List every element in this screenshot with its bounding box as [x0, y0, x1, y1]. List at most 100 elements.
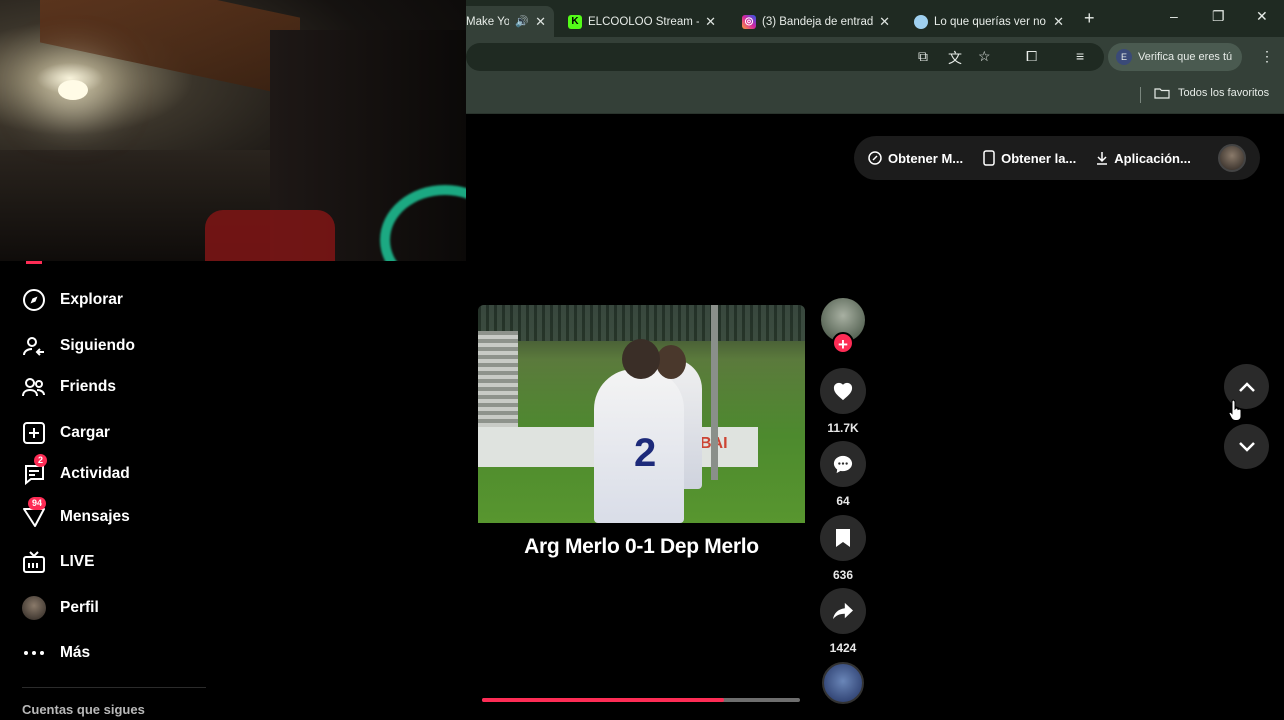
like-count: 11.7K	[827, 421, 859, 435]
comment-action[interactable]: 64	[820, 441, 866, 508]
profile-verify-button[interactable]: E Verifica que eres tú	[1108, 43, 1242, 71]
save-action[interactable]: 636	[820, 515, 866, 582]
share-action[interactable]: 1424	[820, 588, 866, 655]
top-actions-bar: Obtener M... Obtener la... Aplicación...	[854, 136, 1260, 180]
new-tab-button[interactable]: +	[1084, 8, 1095, 29]
following-icon	[23, 337, 44, 356]
tab-title: Make Your	[466, 15, 510, 28]
live-icon	[23, 551, 45, 573]
follow-button[interactable]: +	[832, 332, 854, 354]
download-icon	[1097, 152, 1108, 165]
video-player[interactable]: BAI 2 Arg Merlo 0-1 Dep Merlo	[478, 305, 805, 703]
instagram-logo-icon: ◎	[742, 14, 756, 29]
sidebar-item-label: LIVE	[60, 553, 95, 570]
sidebar-item-mensajes[interactable]: 94 Mensajes	[22, 497, 130, 529]
compass-icon	[23, 289, 45, 311]
sidebar-item-friends[interactable]: Friends	[22, 375, 116, 399]
tab-title: ELCOOLOO Stream -	[588, 15, 700, 28]
get-app-button[interactable]: Obtener la...	[983, 150, 1076, 166]
restore-button[interactable]: ❐	[1212, 8, 1225, 25]
all-bookmarks-button[interactable]: Todos los favoritos	[1154, 87, 1269, 99]
messages-badge: 94	[28, 497, 47, 510]
tab-make-your[interactable]: Make Your 🔊 ✕	[458, 6, 554, 37]
close-window-button[interactable]: ✕	[1256, 8, 1268, 25]
shirt-number: 2	[634, 431, 657, 475]
get-coins-label: Obtener M...	[888, 150, 964, 166]
sidebar-item-mas[interactable]: Más	[22, 641, 90, 665]
like-button[interactable]	[820, 368, 866, 414]
all-bookmarks-label: Todos los favoritos	[1178, 87, 1270, 99]
activity-icon: 2	[22, 454, 48, 486]
comment-icon	[833, 455, 853, 474]
webcam-overlay	[0, 0, 466, 261]
install-app-icon[interactable]: ⧉	[918, 48, 928, 65]
sidebar-item-actividad[interactable]: 2 Actividad	[22, 454, 130, 486]
sound-avatar[interactable]	[822, 662, 864, 704]
sidebar-item-label: Actividad	[60, 465, 130, 482]
more-icon	[24, 651, 44, 655]
sidebar-divider	[22, 687, 206, 688]
share-count: 1424	[829, 641, 857, 655]
sidebar-item-label: Siguiendo	[60, 337, 135, 354]
sidebar-item-label: Cargar	[60, 424, 110, 441]
sidebar-item-label: Perfil	[60, 599, 99, 616]
verify-label: Verifica que eres tú	[1138, 51, 1233, 63]
sidebar-item-explorar[interactable]: Explorar	[22, 288, 123, 312]
speaker-icon[interactable]: 🔊	[515, 15, 529, 28]
bookmark-star-icon[interactable]: ☆	[978, 48, 991, 65]
comment-button[interactable]	[820, 441, 866, 487]
next-video-button[interactable]	[1224, 424, 1269, 469]
messages-icon: 94	[22, 497, 47, 529]
sidebar: Explorar Siguiendo Friends Cargar 2 Acti…	[0, 261, 214, 720]
share-button[interactable]	[820, 588, 866, 634]
sidebar-item-perfil[interactable]: Perfil	[22, 596, 99, 620]
share-icon	[833, 602, 853, 620]
close-tab-icon[interactable]: ✕	[535, 14, 546, 30]
video-caption: Arg Merlo 0-1 Dep Merlo	[524, 535, 759, 558]
sidebar-item-label: Friends	[60, 378, 116, 395]
tab-error[interactable]: Lo que querías ver no ✕	[906, 6, 1072, 37]
address-bar[interactable]	[466, 43, 1104, 71]
cloud-logo-icon	[914, 14, 928, 29]
profile-avatar: E	[1116, 49, 1132, 65]
folder-icon	[1154, 88, 1170, 99]
players-hugging: 2	[582, 339, 708, 523]
coin-icon	[868, 151, 882, 165]
reading-list-icon[interactable]: ≡	[1076, 48, 1084, 64]
browser-menu-icon[interactable]: ⋮	[1260, 48, 1274, 65]
translate-icon[interactable]: 文	[948, 48, 962, 68]
close-tab-icon[interactable]: ✕	[705, 14, 716, 30]
like-action[interactable]: 11.7K	[820, 368, 866, 435]
video-progress-fill	[482, 698, 724, 702]
close-tab-icon[interactable]: ✕	[1053, 14, 1064, 30]
extensions-icon[interactable]: ⧠	[1026, 48, 1037, 65]
video-progress-bar[interactable]	[482, 698, 800, 702]
activity-badge: 2	[34, 454, 48, 467]
comment-count: 64	[836, 494, 850, 508]
video-thumbnail: BAI 2	[478, 305, 805, 523]
bookmarks-divider	[1140, 87, 1141, 103]
heart-icon	[833, 382, 853, 401]
download-app-label: Aplicación...	[1114, 150, 1191, 166]
minimize-button[interactable]: –	[1170, 8, 1178, 24]
sidebar-item-label: Más	[60, 644, 91, 661]
bookmark-icon	[836, 529, 850, 547]
hand-cursor-icon	[1228, 399, 1242, 421]
get-app-label: Obtener la...	[1001, 150, 1077, 166]
save-count: 636	[832, 568, 854, 582]
sidebar-item-cargar[interactable]: Cargar	[22, 421, 110, 445]
sidebar-item-label: Explorar	[60, 291, 123, 308]
friends-icon	[22, 378, 45, 397]
profile-avatar-icon	[22, 596, 46, 620]
tab-elcooloo[interactable]: K ELCOOLOO Stream - ✕	[560, 6, 724, 37]
sidebar-item-siguiendo[interactable]: Siguiendo	[22, 334, 135, 358]
close-tab-icon[interactable]: ✕	[879, 14, 890, 30]
save-button[interactable]	[820, 515, 866, 561]
sidebar-item-live[interactable]: LIVE	[22, 550, 94, 574]
user-avatar[interactable]	[1218, 144, 1246, 172]
get-coins-button[interactable]: Obtener M...	[868, 151, 963, 166]
tab-instagram[interactable]: ◎ (3) Bandeja de entrada ✕	[734, 6, 898, 37]
tab-title: Lo que querías ver no	[934, 15, 1046, 28]
download-app-button[interactable]: Aplicación...	[1096, 151, 1191, 166]
sidebar-item-label: Mensajes	[60, 508, 130, 525]
